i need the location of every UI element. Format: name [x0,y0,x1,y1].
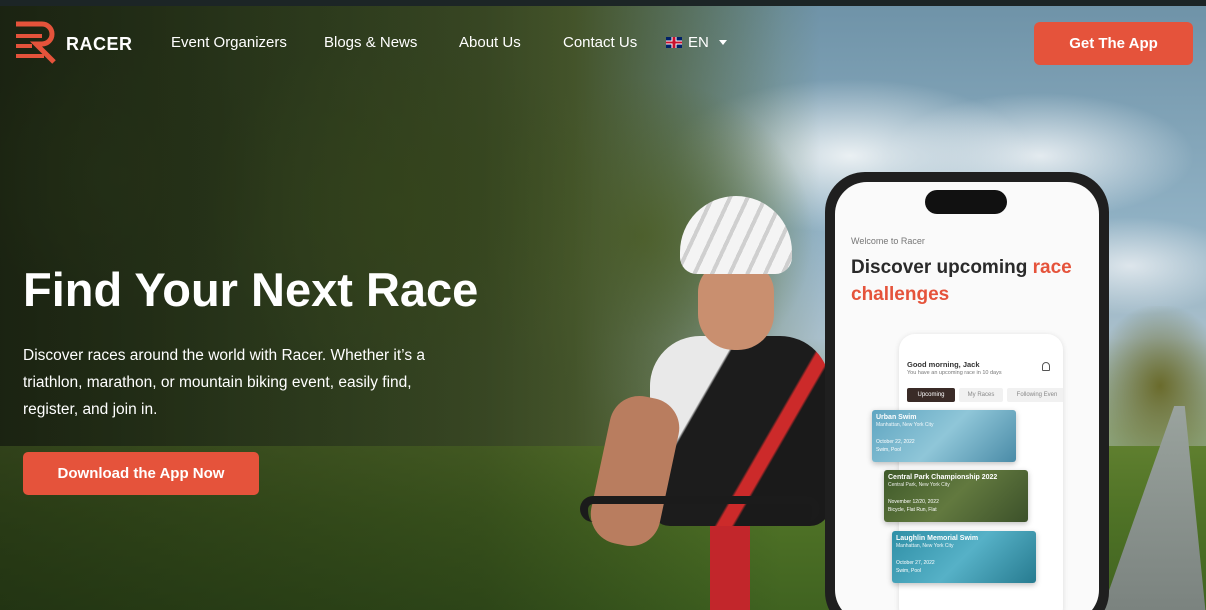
greeting-subtitle: You have an upcoming race in 10 days [907,370,1002,376]
race-type: Bicycle, Flat Run, Flat [888,507,937,513]
race-name: Central Park Championship 2022 [888,474,998,481]
race-date: November 12/20, 2022 [888,499,939,505]
nav-link-event-organizers[interactable]: Event Organizers [171,34,287,51]
nav-link-blogs-news[interactable]: Blogs & News [324,34,417,51]
tab-following-events: Following Even [1007,388,1063,402]
racer-logo-icon[interactable] [14,20,58,64]
bell-icon [1042,362,1050,371]
top-navigation: RACER Event Organizers Blogs & News Abou… [0,6,1206,78]
bike-frame [710,526,750,610]
greeting: Good morning, Jack [907,360,980,369]
bike-handlebars [580,496,820,522]
race-date: October 27, 2022 [896,560,935,566]
cyclist-face [698,262,774,350]
phone-notch [925,190,1007,214]
brand-name[interactable]: RACER [66,34,133,55]
race-type: Swim, Pool [896,568,922,574]
cyclist-helmet [680,196,792,274]
discover-headline: Discover upcoming race challenges [851,254,1087,308]
nav-link-contact-us[interactable]: Contact Us [563,34,637,51]
nav-link-about-us[interactable]: About Us [459,34,521,51]
chevron-down-icon [718,40,727,45]
race-type: Swim, Pool [876,447,902,453]
language-label: EN [688,34,709,51]
race-card-central-park: Central Park Championship 2022 Central P… [884,470,1028,522]
race-name: Urban Swim [876,414,917,421]
race-name: Laughlin Memorial Swim [896,535,979,542]
welcome-text: Welcome to Racer [851,236,925,246]
race-location: Central Park, New York City [888,482,950,488]
race-date: October 22, 2022 [876,439,915,445]
race-location: Manhattan, New York City [896,543,954,549]
get-the-app-button[interactable]: Get The App [1034,22,1193,65]
race-location: Manhattan, New York City [876,422,934,428]
cyclist-image [570,186,850,610]
language-selector[interactable]: EN [666,34,727,51]
tab-upcoming: Upcoming [907,388,955,402]
headline-plain: Discover upcoming [851,257,1028,278]
hero-title: Find Your Next Race [23,263,479,316]
uk-flag-icon [666,37,682,48]
race-card-urban-swim: Urban Swim Manhattan, New York City Octo… [872,410,1016,462]
cyclist-arm [585,390,685,552]
download-app-button[interactable]: Download the App Now [23,452,259,495]
hero-description: Discover races around the world with Rac… [23,347,426,418]
tab-my-races: My Races [959,388,1003,402]
race-card-laughlin-swim: Laughlin Memorial Swim Manhattan, New Yo… [892,531,1036,583]
